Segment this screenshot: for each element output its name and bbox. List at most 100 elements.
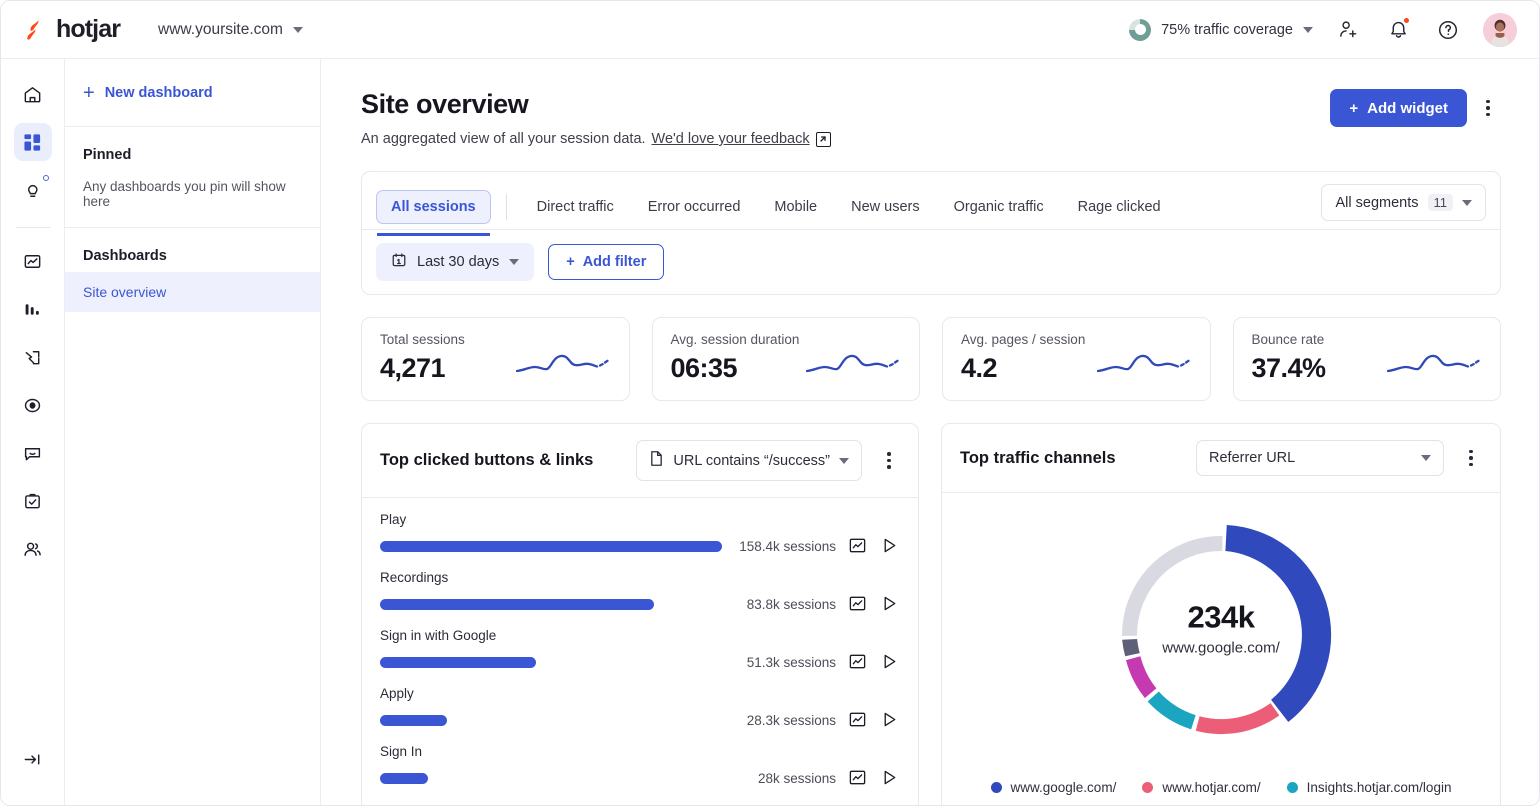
new-dashboard-button[interactable]: + New dashboard <box>65 59 320 127</box>
segment-tab-new-users[interactable]: New users <box>836 190 935 224</box>
segment-tab-label: Direct traffic <box>537 199 614 215</box>
dashboard-item-site-overview[interactable]: Site overview <box>65 272 320 312</box>
list-item[interactable]: Play 158.4k sessions <box>380 512 900 556</box>
hotjar-logo-icon <box>23 17 49 43</box>
sidebar-item-feedback[interactable] <box>14 434 52 472</box>
widget-header: Top traffic channels Referrer URL <box>942 424 1500 493</box>
widget-title: Top traffic channels <box>960 449 1116 468</box>
play-recording-icon[interactable] <box>880 768 900 788</box>
donut-slice-other-3[interactable] <box>1122 536 1222 636</box>
sidebar-item-heatmaps[interactable] <box>14 338 52 376</box>
date-range-selector[interactable]: Last 30 days <box>376 243 534 281</box>
kpi-card-avg-session-duration[interactable]: Avg. session duration 06:35 <box>652 317 921 401</box>
play-recording-icon[interactable] <box>880 652 900 672</box>
legend-item-insights[interactable]: Insights.hotjar.com/login <box>1287 780 1452 795</box>
feedback-link[interactable]: We'd love your feedback <box>652 131 810 147</box>
page-subtitle: An aggregated view of all your session d… <box>361 131 831 147</box>
donut-slice-hotjar[interactable] <box>1196 703 1280 734</box>
play-recording-icon[interactable] <box>880 536 900 556</box>
sidebar-item-trends[interactable] <box>14 242 52 280</box>
traffic-coverage-selector[interactable]: 75% traffic coverage <box>1129 19 1313 41</box>
segment-tab-all-sessions[interactable]: All sessions <box>376 190 491 224</box>
play-recording-icon[interactable] <box>880 594 900 614</box>
referrer-dropdown[interactable]: Referrer URL <box>1196 440 1444 476</box>
sidebar-item-highlights[interactable] <box>14 171 52 209</box>
widget-more-options-icon[interactable] <box>876 444 902 478</box>
plus-icon: + <box>83 83 95 103</box>
legend-color-swatch <box>1142 782 1153 793</box>
filter-row: Last 30 days + Add filter <box>362 230 1500 294</box>
sidebar-item-users[interactable] <box>14 530 52 568</box>
referrer-label: Referrer URL <box>1209 450 1412 466</box>
kpi-card-bounce-rate[interactable]: Bounce rate 37.4% <box>1233 317 1502 401</box>
sparkline-chart <box>1096 349 1192 384</box>
list-item[interactable]: Sign in with Google 51.3k sessions <box>380 628 900 672</box>
dashboard-more-options-icon[interactable] <box>1475 91 1501 125</box>
collapse-sidebar-icon[interactable] <box>14 740 52 778</box>
list-item[interactable]: Recordings 83.8k sessions <box>380 570 900 614</box>
chevron-down-icon <box>1303 27 1313 33</box>
view-trend-icon[interactable] <box>848 768 868 788</box>
sidebar-item-home[interactable] <box>14 75 52 113</box>
play-recording-icon[interactable] <box>880 710 900 730</box>
external-link-icon[interactable] <box>816 132 831 147</box>
segment-tab-organic-traffic[interactable]: Organic traffic <box>939 190 1059 224</box>
legend-label: www.google.com/ <box>1011 780 1117 795</box>
add-filter-button[interactable]: + Add filter <box>548 244 664 280</box>
widget-more-options-icon[interactable] <box>1458 441 1484 475</box>
brand-logo[interactable]: hotjar <box>23 15 120 44</box>
user-avatar[interactable] <box>1483 13 1517 47</box>
donut-slice-other-1[interactable] <box>1126 656 1156 698</box>
segment-tab-label: Organic traffic <box>954 199 1044 215</box>
sidebar-item-surveys[interactable] <box>14 482 52 520</box>
legend-label: www.hotjar.com/ <box>1162 780 1260 795</box>
item-sessions-count: 51.3k sessions <box>732 655 836 670</box>
sidebar-item-recordings[interactable] <box>14 386 52 424</box>
segment-tab-mobile[interactable]: Mobile <box>759 190 832 224</box>
donut-slice-other-2[interactable] <box>1122 639 1140 656</box>
kpi-card-total-sessions[interactable]: Total sessions 4,271 <box>361 317 630 401</box>
segment-divider <box>506 194 507 220</box>
view-trend-icon[interactable] <box>848 710 868 730</box>
site-selector[interactable]: www.yoursite.com <box>158 21 303 39</box>
segment-tab-direct-traffic[interactable]: Direct traffic <box>522 190 629 224</box>
item-row: 83.8k sessions <box>380 594 900 614</box>
notifications-bell-icon[interactable] <box>1383 15 1413 45</box>
item-meta: 83.8k sessions <box>732 594 900 614</box>
url-filter-label: URL contains “/success” <box>673 453 830 469</box>
legend-item-hotjar[interactable]: www.hotjar.com/ <box>1142 780 1260 795</box>
legend-item-google[interactable]: www.google.com/ <box>991 780 1117 795</box>
list-item[interactable]: Apply 28.3k sessions <box>380 686 900 730</box>
icon-rail <box>1 59 65 806</box>
widget-title: Top clicked buttons & links <box>380 451 593 470</box>
kpi-value: 4,271 <box>380 353 445 384</box>
item-sessions-count: 83.8k sessions <box>732 597 836 612</box>
chevron-down-icon <box>509 259 519 265</box>
segment-tab-rage-clicked[interactable]: Rage clicked <box>1063 190 1176 224</box>
donut-slice-google[interactable] <box>1225 525 1331 722</box>
widgets-row: Top clicked buttons & links URL contains… <box>361 423 1501 806</box>
list-item[interactable]: Sign In 28k sessions <box>380 744 900 788</box>
page-header: Site overview An aggregated view of all … <box>361 89 1501 147</box>
segment-tab-error-occurred[interactable]: Error occurred <box>633 190 756 224</box>
view-trend-icon[interactable] <box>848 652 868 672</box>
sidebar-item-dashboards[interactable] <box>14 123 52 161</box>
view-trend-icon[interactable] <box>848 594 868 614</box>
help-icon[interactable] <box>1433 15 1463 45</box>
kpi-label: Avg. session duration <box>671 332 902 347</box>
donut-chart: 234k www.google.com/ <box>942 493 1500 765</box>
add-user-icon[interactable] <box>1333 15 1363 45</box>
bar-fill <box>380 715 447 726</box>
sparkline-chart <box>515 349 611 384</box>
dashboards-title: Dashboards <box>83 248 302 264</box>
add-widget-button[interactable]: + Add widget <box>1330 89 1467 127</box>
url-filter-dropdown[interactable]: URL contains “/success” <box>636 440 862 481</box>
chevron-down-icon <box>1421 455 1431 461</box>
kpi-card-avg-pages-session[interactable]: Avg. pages / session 4.2 <box>942 317 1211 401</box>
view-trend-icon[interactable] <box>848 536 868 556</box>
sidebar-item-funnels[interactable] <box>14 290 52 328</box>
legend-color-swatch <box>991 782 1002 793</box>
widget-top-traffic-channels: Top traffic channels Referrer URL <box>941 423 1501 806</box>
donut-slice-insights[interactable] <box>1148 691 1196 729</box>
all-segments-dropdown[interactable]: All segments 11 <box>1321 184 1486 221</box>
